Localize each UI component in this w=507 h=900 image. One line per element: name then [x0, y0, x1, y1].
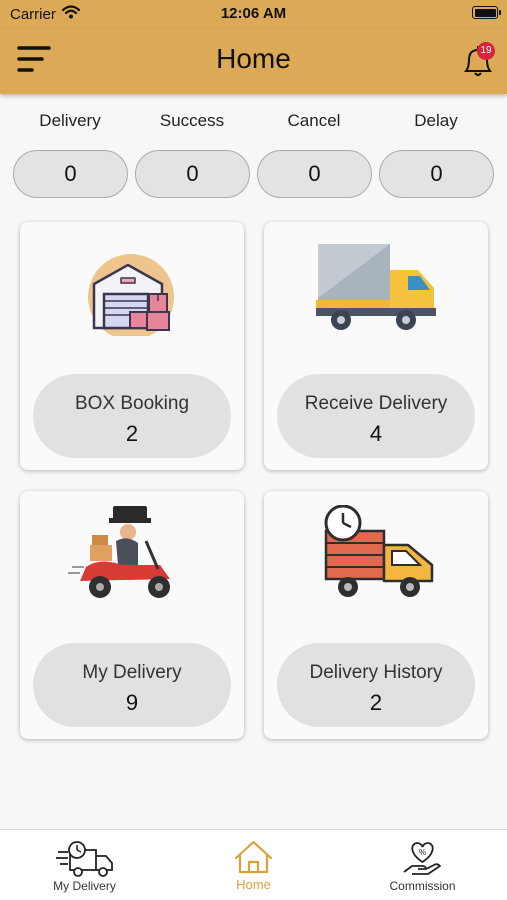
tab-commission[interactable]: % Commission [338, 830, 507, 900]
delivery-history-card[interactable]: Delivery History 2 [264, 491, 488, 739]
stat-label-delivery: Delivery [39, 111, 101, 130]
notifications-button[interactable]: 19 [458, 40, 498, 80]
box-booking-pill: BOX Booking 2 [33, 374, 231, 458]
tab-label: My Delivery [53, 879, 116, 893]
stat-value-success: 0 [135, 150, 250, 198]
bottom-tab-bar: My Delivery Home % Commission [0, 829, 507, 900]
delivery-history-truck-icon [324, 505, 434, 597]
delivery-truck-clock-icon [56, 841, 113, 877]
card-label: Delivery History [309, 662, 443, 683]
status-time: 12:06 AM [220, 5, 287, 22]
scooter-courier-icon [68, 506, 170, 598]
stat-value-delay: 0 [379, 150, 494, 198]
home-icon [234, 840, 273, 874]
stat-label-cancel: Cancel [287, 111, 341, 130]
receive-delivery-pill: Receive Delivery 4 [277, 374, 475, 458]
box-booking-card[interactable]: BOX Booking 2 [20, 222, 244, 470]
card-count: 2 [369, 690, 383, 715]
tab-home[interactable]: Home [169, 830, 338, 900]
tab-label: Home [236, 877, 271, 892]
status-bar: Carrier 12:06 AM [0, 0, 507, 28]
battery-icon [472, 6, 501, 19]
stat-label-success: Success [159, 111, 225, 130]
svg-text:%: % [419, 848, 426, 857]
app-header: Home 19 [0, 28, 507, 94]
card-count: 9 [125, 690, 139, 715]
page-title: Home [216, 43, 291, 74]
stat-value-cancel: 0 [257, 150, 372, 198]
my-delivery-pill: My Delivery 9 [33, 643, 231, 727]
warehouse-icon [88, 254, 174, 336]
card-label: BOX Booking [74, 393, 190, 414]
my-delivery-card[interactable]: My Delivery 9 [20, 491, 244, 739]
card-count: 4 [369, 421, 383, 446]
commission-hand-heart-icon: % [403, 842, 441, 875]
delivery-history-pill: Delivery History 2 [277, 643, 475, 727]
stat-label-delay: Delay [414, 111, 458, 130]
card-count: 2 [125, 421, 139, 446]
card-label: Receive Delivery [304, 393, 448, 414]
tab-my-delivery[interactable]: My Delivery [0, 830, 169, 900]
stat-value-delivery: 0 [13, 150, 128, 198]
card-label: My Delivery [82, 662, 182, 683]
receive-delivery-card[interactable]: Receive Delivery 4 [264, 222, 488, 470]
truck-icon [316, 244, 436, 330]
tab-label: Commission [389, 879, 456, 893]
notification-badge: 19 [477, 42, 495, 60]
